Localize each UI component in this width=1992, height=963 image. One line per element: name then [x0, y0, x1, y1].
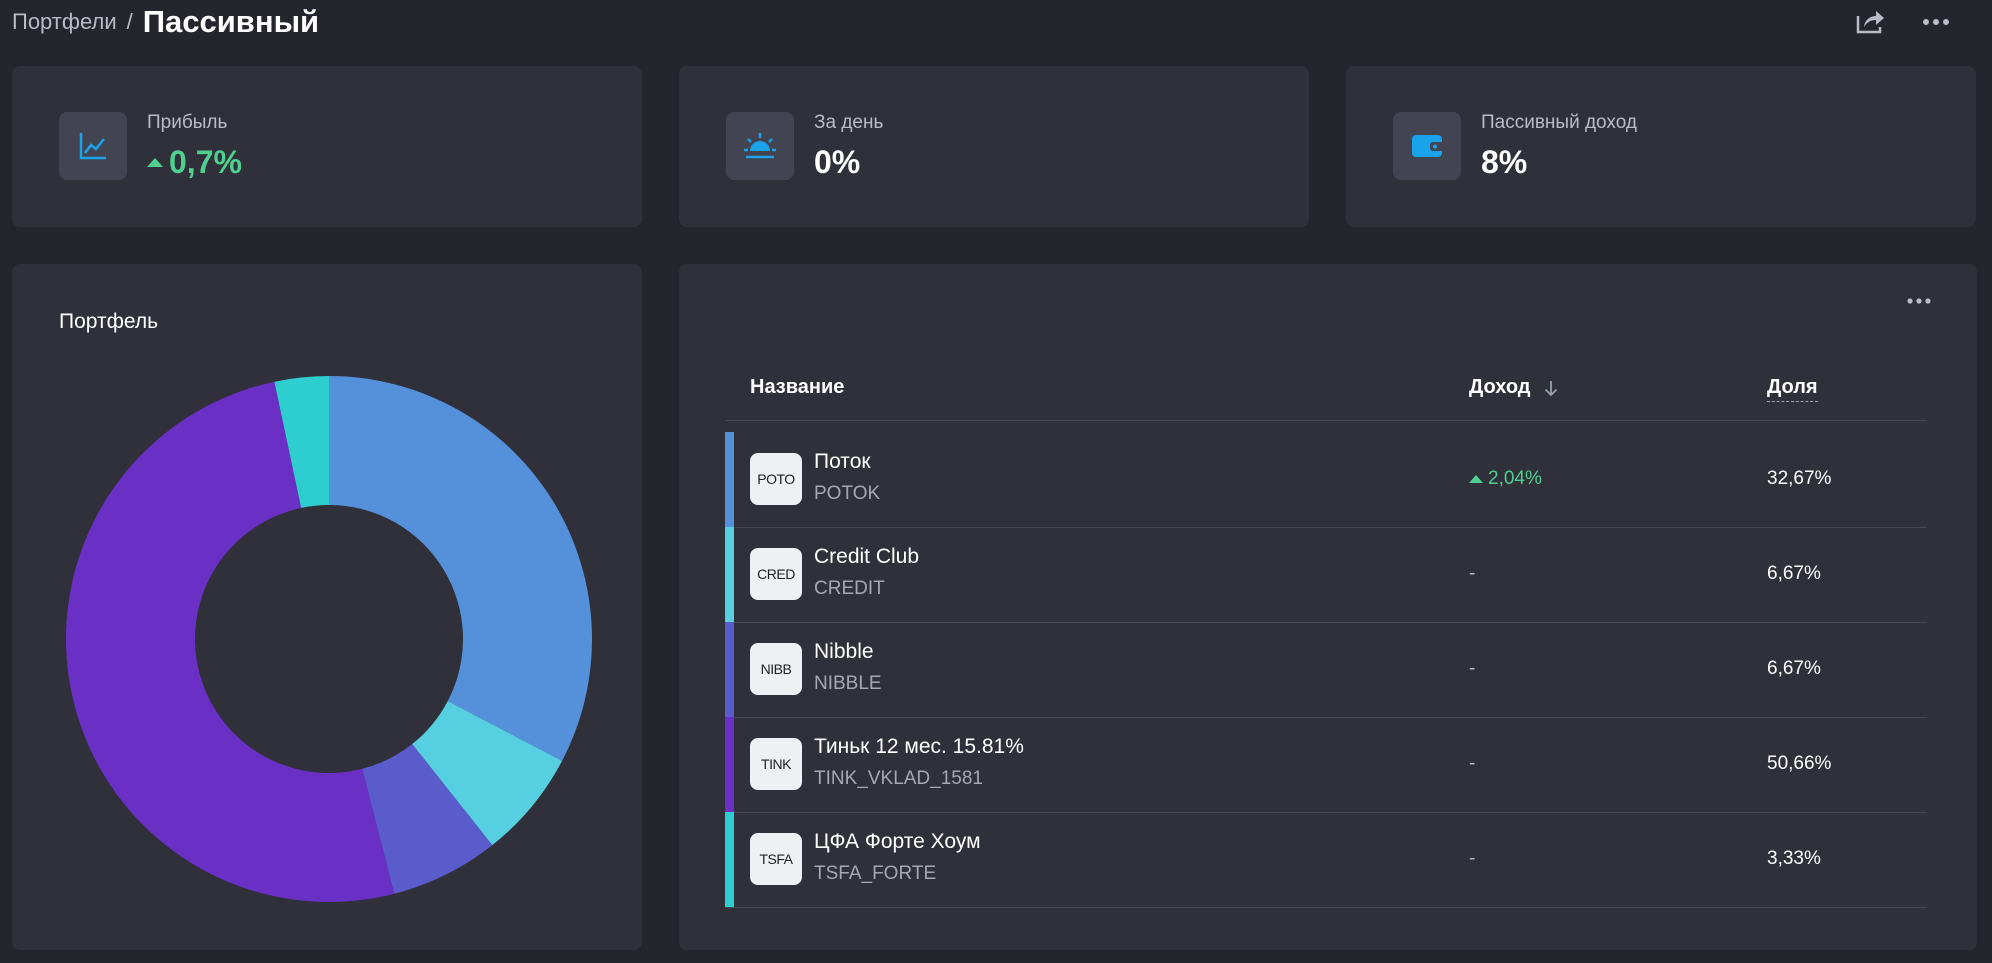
stat-card-passive-income: Пассивный доход 8%	[1346, 66, 1976, 227]
share-icon	[1856, 11, 1884, 34]
asset-logo: TINK	[750, 738, 802, 790]
table-header: Название Доход Доля	[725, 376, 1927, 421]
row-color-bar	[725, 717, 734, 812]
more-button[interactable]	[1918, 6, 1954, 38]
asset-ticker: TINK_VKLAD_1581	[814, 768, 983, 789]
stat-label: Прибыль	[147, 112, 228, 133]
share-button[interactable]	[1852, 6, 1888, 38]
stat-label: Пассивный доход	[1481, 112, 1637, 133]
asset-income: -	[1469, 658, 1475, 680]
asset-name: ЦФА Форте Хоум	[814, 830, 981, 853]
portfolio-chart-card: Портфель	[12, 264, 642, 950]
asset-share: 6,67%	[1767, 658, 1821, 679]
more-icon	[1923, 19, 1949, 25]
trend-up-icon	[1469, 475, 1483, 483]
asset-income: -	[1469, 753, 1475, 775]
donut-slice-potok[interactable]	[329, 376, 592, 761]
asset-share: 50,66%	[1767, 753, 1832, 774]
more-icon	[1907, 298, 1931, 304]
table-more-button[interactable]	[1907, 292, 1931, 310]
asset-ticker: POTOK	[814, 483, 881, 504]
trend-up-icon	[147, 158, 163, 167]
wallet-icon	[1393, 112, 1461, 180]
column-header-share[interactable]: Доля	[1767, 376, 1818, 402]
table-row[interactable]: TINK Тиньк 12 мес. 15.81% TINK_VKLAD_1581 -…	[725, 717, 1927, 813]
asset-name: Поток	[814, 450, 871, 473]
stat-value: 8%	[1481, 144, 1528, 180]
asset-income-value: -	[1469, 848, 1476, 869]
sort-down-icon	[1545, 380, 1558, 396]
stat-value: 0,7%	[147, 144, 242, 181]
asset-share: 3,33%	[1767, 848, 1821, 869]
asset-logo: CRED	[750, 548, 802, 600]
stat-card-day: За день 0%	[679, 66, 1309, 227]
holdings-table-card: Название Доход Доля POTO Поток POTOK 2,04% 3…	[679, 264, 1977, 950]
asset-income-value: 2,04%	[1488, 468, 1542, 489]
column-header-income[interactable]: Доход	[1469, 376, 1558, 399]
row-color-bar	[725, 812, 734, 907]
row-color-bar	[725, 622, 734, 717]
column-header-name[interactable]: Название	[750, 376, 844, 399]
asset-income-value: -	[1469, 563, 1476, 584]
asset-income-value: -	[1469, 753, 1476, 774]
header-actions	[1852, 6, 1954, 38]
asset-income-value: -	[1469, 658, 1476, 679]
chart-title: Портфель	[59, 310, 159, 333]
breadcrumb: Портфели / Пассивный	[12, 0, 319, 44]
stat-label: За день	[814, 112, 884, 133]
asset-income: -	[1469, 848, 1475, 870]
row-color-bar	[725, 432, 734, 527]
column-header-income-label: Доход	[1469, 376, 1531, 398]
sunrise-icon	[726, 112, 794, 180]
stat-value-text: 0,7%	[169, 144, 242, 180]
asset-share: 6,67%	[1767, 563, 1821, 584]
asset-ticker: NIBBLE	[814, 673, 882, 694]
portfolio-donut-chart	[66, 376, 592, 902]
chart-line-icon	[59, 112, 127, 180]
stat-card-profit: Прибыль 0,7%	[12, 66, 642, 227]
stat-value: 0%	[814, 144, 861, 180]
row-color-bar	[725, 527, 734, 622]
breadcrumb-portfolios-link[interactable]: Портфели	[12, 9, 117, 35]
asset-logo: NIBB	[750, 643, 802, 695]
asset-name: Тиньк 12 мес. 15.81%	[814, 735, 1024, 758]
asset-ticker: CREDIT	[814, 578, 885, 599]
asset-name: Nibble	[814, 640, 874, 663]
asset-logo: TSFA	[750, 833, 802, 885]
breadcrumb-separator: /	[126, 9, 133, 34]
table-row[interactable]: NIBB Nibble NIBBLE - 6,67%	[725, 622, 1927, 718]
asset-share: 32,67%	[1767, 468, 1832, 489]
asset-name: Credit Club	[814, 545, 920, 568]
page-title: Пассивный	[142, 4, 320, 39]
asset-income: 2,04%	[1469, 468, 1542, 490]
table-row[interactable]: TSFA ЦФА Форте Хоум TSFA_FORTE - 3,33%	[725, 812, 1927, 908]
asset-logo: POTO	[750, 453, 802, 505]
table-row[interactable]: POTO Поток POTOK 2,04% 32,67%	[725, 432, 1927, 528]
table-row[interactable]: CRED Credit Club CREDIT - 6,67%	[725, 527, 1927, 623]
asset-ticker: TSFA_FORTE	[814, 863, 937, 884]
asset-income: -	[1469, 563, 1475, 585]
